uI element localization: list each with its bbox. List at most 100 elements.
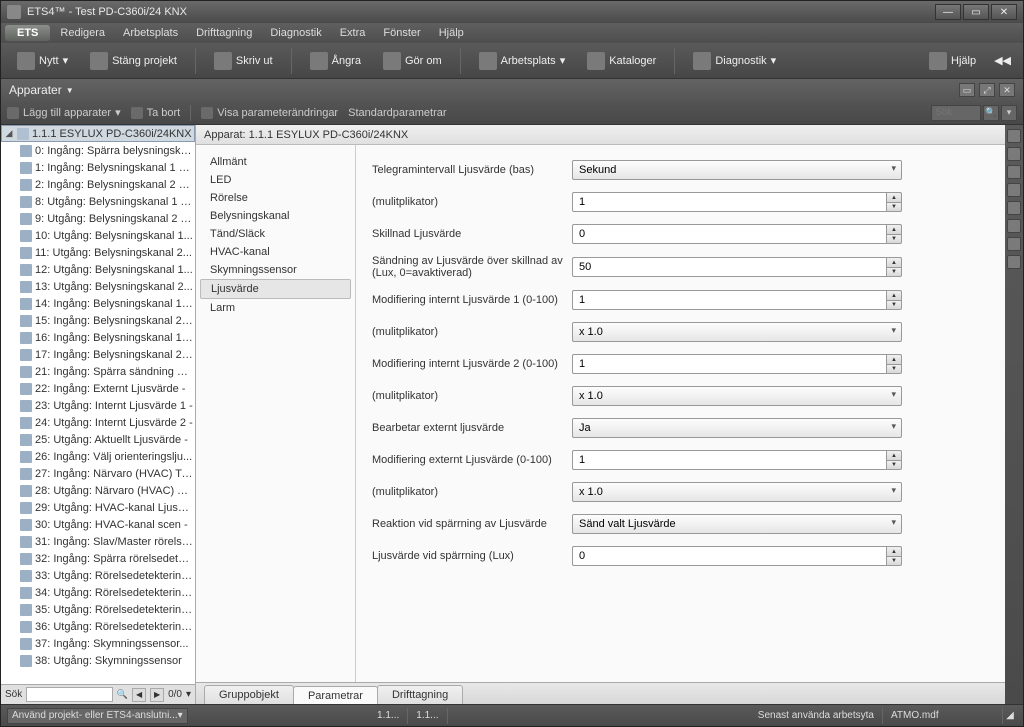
undo-button[interactable]: Ångra: [302, 48, 369, 74]
catalogs-button[interactable]: Kataloger: [579, 48, 664, 74]
tree-item[interactable]: 38: Utgång: Skymningssensor: [1, 652, 195, 669]
param-nav-led[interactable]: LED: [200, 171, 351, 189]
menu-hjälp[interactable]: Hjälp: [431, 25, 472, 41]
tree-item[interactable]: 28: Utgång: Närvaro (HVAC) Till...: [1, 482, 195, 499]
tree-item[interactable]: 11: Utgång: Belysningskanal 2...: [1, 244, 195, 261]
param-nav-belysningskanal[interactable]: Belysningskanal: [200, 207, 351, 225]
spin-up[interactable]: ▲: [886, 546, 902, 556]
add-devices-button[interactable]: Lägg till apparater ▾: [7, 106, 121, 119]
sidebar-pending-icon[interactable]: [1007, 237, 1021, 251]
form-input-1[interactable]: [572, 192, 886, 212]
sidebar-undo-icon[interactable]: [1007, 255, 1021, 269]
spin-down[interactable]: ▼: [886, 556, 902, 566]
tree-item[interactable]: 24: Utgång: Internt Ljusvärde 2 -: [1, 414, 195, 431]
spin-down[interactable]: ▼: [886, 202, 902, 212]
panel-dropdown-icon[interactable]: ▼: [66, 86, 74, 95]
tree-item[interactable]: 9: Utgång: Belysningskanal 2 T...: [1, 210, 195, 227]
tree-item[interactable]: 13: Utgång: Belysningskanal 2...: [1, 278, 195, 295]
sub-search-input[interactable]: [931, 105, 981, 121]
tab-drifttagning[interactable]: Drifttagning: [377, 685, 463, 704]
form-select-11[interactable]: Sänd valt Ljusvärde: [572, 514, 902, 534]
sidebar-info-icon[interactable]: [1007, 129, 1021, 143]
tree-item[interactable]: 8: Utgång: Belysningskanal 1 T...: [1, 193, 195, 210]
collapse-icon[interactable]: ◢: [4, 128, 14, 139]
sidebar-help-icon[interactable]: [1007, 219, 1021, 233]
tree-item[interactable]: 12: Utgång: Belysningskanal 1...: [1, 261, 195, 278]
search-icon[interactable]: 🔍: [983, 105, 999, 121]
sidebar-search-icon[interactable]: [1007, 165, 1021, 179]
help-button[interactable]: Hjälp: [921, 48, 984, 74]
workspace-button[interactable]: Arbetsplats ▾: [471, 48, 574, 74]
form-select-10[interactable]: x 1.0: [572, 482, 902, 502]
sidebar-notes-icon[interactable]: [1007, 183, 1021, 197]
tree-search-input[interactable]: [26, 687, 113, 702]
default-params-button[interactable]: Standardparametrar: [348, 107, 446, 119]
menu-redigera[interactable]: Redigera: [52, 25, 113, 41]
param-nav-tndslck[interactable]: Tänd/Släck: [200, 225, 351, 243]
tree-item[interactable]: 37: Ingång: Skymningssensor...: [1, 635, 195, 652]
tree-item[interactable]: 22: Ingång: Externt Ljusvärde -: [1, 380, 195, 397]
spin-up[interactable]: ▲: [886, 450, 902, 460]
tree-item[interactable]: 15: Ingång: Belysningskanal 2 T...: [1, 312, 195, 329]
spin-down[interactable]: ▼: [886, 267, 902, 277]
menu-ets[interactable]: ETS: [5, 25, 50, 41]
tree-item[interactable]: 0: Ingång: Spärra belysningska...: [1, 142, 195, 159]
spin-up[interactable]: ▲: [886, 257, 902, 267]
menu-extra[interactable]: Extra: [332, 25, 374, 41]
tree-item[interactable]: 27: Ingång: Närvaro (HVAC) Till...: [1, 465, 195, 482]
param-nav-hvackanal[interactable]: HVAC-kanal: [200, 243, 351, 261]
tree-item[interactable]: 16: Ingång: Belysningskanal 1 a...: [1, 329, 195, 346]
close-button[interactable]: ✕: [991, 4, 1017, 20]
spin-down[interactable]: ▼: [886, 460, 902, 470]
show-param-changes-button[interactable]: Visa parameterändringar: [201, 107, 338, 119]
sidebar-folder-icon[interactable]: [1007, 147, 1021, 161]
minimize-button[interactable]: —: [935, 4, 961, 20]
close-project-button[interactable]: Stäng projekt: [82, 48, 185, 74]
tree-item[interactable]: 1: Ingång: Belysningskanal 1 m...: [1, 159, 195, 176]
tab-gruppobjekt[interactable]: Gruppobjekt: [204, 685, 294, 704]
search-dropdown-icon[interactable]: ▾: [1001, 105, 1017, 121]
panel-expand-icon[interactable]: ⤢: [979, 83, 995, 97]
collapse-right-icon[interactable]: ◀◀: [990, 54, 1015, 67]
tree-item[interactable]: 32: Ingång: Spärra rörelsedetek...: [1, 550, 195, 567]
print-button[interactable]: Skriv ut: [206, 48, 281, 74]
form-input-9[interactable]: [572, 450, 886, 470]
delete-button[interactable]: Ta bort: [131, 107, 181, 119]
tree-item[interactable]: 30: Utgång: HVAC-kanal scen -: [1, 516, 195, 533]
tab-parametrar[interactable]: Parametrar: [293, 686, 378, 704]
form-select-8[interactable]: Ja: [572, 418, 902, 438]
tree-item[interactable]: 21: Ingång: Spärra sändning av...: [1, 363, 195, 380]
tree-item[interactable]: 33: Utgång: Rörelsedetektering...: [1, 567, 195, 584]
form-select-7[interactable]: x 1.0: [572, 386, 902, 406]
sidebar-list-icon[interactable]: [1007, 201, 1021, 215]
diagnostics-button[interactable]: Diagnostik ▾: [685, 48, 784, 74]
form-input-2[interactable]: [572, 224, 886, 244]
spin-up[interactable]: ▲: [886, 354, 902, 364]
tree-root[interactable]: ◢1.1.1 ESYLUX PD-C360i/24KNX: [1, 125, 195, 142]
connection-dropdown[interactable]: Använd projekt- eller ETS4-anslutni... ▾: [7, 708, 188, 724]
spin-down[interactable]: ▼: [886, 300, 902, 310]
param-nav-larm[interactable]: Larm: [200, 299, 351, 317]
form-select-0[interactable]: Sekund: [572, 160, 902, 180]
tree-item[interactable]: 17: Ingång: Belysningskanal 2 a...: [1, 346, 195, 363]
spin-down[interactable]: ▼: [886, 364, 902, 374]
tree-item[interactable]: 23: Utgång: Internt Ljusvärde 1 -: [1, 397, 195, 414]
menu-fönster[interactable]: Fönster: [375, 25, 428, 41]
tree-item[interactable]: 34: Utgång: Rörelsedetektering...: [1, 584, 195, 601]
form-select-5[interactable]: x 1.0: [572, 322, 902, 342]
spin-down[interactable]: ▼: [886, 234, 902, 244]
tree-search-next[interactable]: ▶: [150, 688, 164, 702]
tree-item[interactable]: 14: Ingång: Belysningskanal 1 T...: [1, 295, 195, 312]
spin-up[interactable]: ▲: [886, 290, 902, 300]
form-input-12[interactable]: [572, 546, 886, 566]
tree-item[interactable]: 35: Utgång: Rörelsedetektering...: [1, 601, 195, 618]
tree-item[interactable]: 36: Utgång: Rörelsedetektering...: [1, 618, 195, 635]
param-nav-ljusvrde[interactable]: Ljusvärde: [200, 279, 351, 299]
param-nav-allmnt[interactable]: Allmänt: [200, 153, 351, 171]
menu-drifttagning[interactable]: Drifttagning: [188, 25, 260, 41]
form-input-4[interactable]: [572, 290, 886, 310]
panel-close-icon[interactable]: ✕: [999, 83, 1015, 97]
menu-arbetsplats[interactable]: Arbetsplats: [115, 25, 186, 41]
spin-up[interactable]: ▲: [886, 224, 902, 234]
panel-minimize-icon[interactable]: ▭: [959, 83, 975, 97]
